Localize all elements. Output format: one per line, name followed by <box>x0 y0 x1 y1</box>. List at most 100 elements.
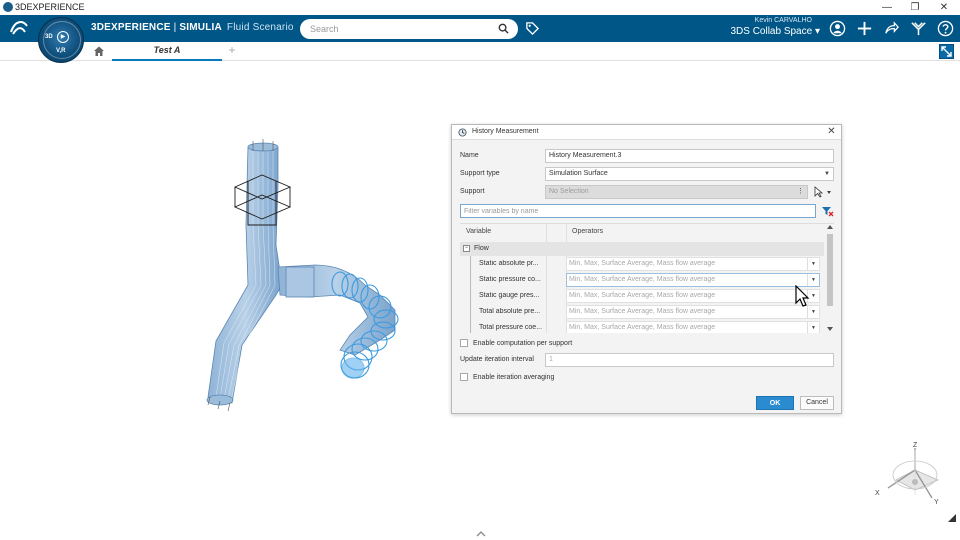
operators-value: Min, Max, Surface Average, Mass flow ave… <box>569 260 716 267</box>
cancel-button[interactable]: Cancel <box>800 396 834 410</box>
tab-test-a[interactable]: Test A <box>112 42 222 61</box>
table-row[interactable]: Total pressure coe... Min, Max, Surface … <box>460 320 824 333</box>
column-header-variable: Variable <box>466 228 492 235</box>
dialog-header[interactable]: History Measurement ✕ <box>452 125 841 140</box>
ok-button[interactable]: OK <box>756 396 794 410</box>
tree-line <box>470 304 471 320</box>
search-input[interactable] <box>310 22 490 36</box>
support-type-value: Simulation Surface <box>549 170 608 177</box>
update-interval-label: Update iteration interval <box>460 356 534 363</box>
cursor-select-icon <box>814 186 831 198</box>
operators-value: Min, Max, Surface Average, Mass flow ave… <box>569 308 716 315</box>
add-icon[interactable] <box>856 20 873 37</box>
chevron-down-icon[interactable]: ▼ <box>807 258 819 270</box>
table-scrollbar[interactable] <box>826 224 834 333</box>
table-row[interactable]: Static absolute pr... Min, Max, Surface … <box>460 256 824 272</box>
search-icon[interactable] <box>498 23 509 34</box>
support-type-label: Support type <box>460 170 500 177</box>
variable-name: Total absolute pre... <box>479 308 541 315</box>
triad-z-label: Z <box>913 442 918 449</box>
collapse-icon[interactable]: − <box>463 245 470 252</box>
app-brand: 3DEXPERIENCE | SIMULIA Fluid Scenario <box>91 22 294 33</box>
minimize-button[interactable]: — <box>874 0 900 15</box>
chevron-down-icon[interactable]: ▼ <box>807 322 819 333</box>
operators-select[interactable]: Min, Max, Surface Average, Mass flow ave… <box>566 257 820 271</box>
operators-value: Min, Max, Surface Average, Mass flow ave… <box>569 292 716 299</box>
update-interval-field[interactable]: 1 <box>545 353 834 367</box>
tag-icon[interactable] <box>525 21 540 36</box>
enable-per-support-checkbox[interactable] <box>460 339 468 347</box>
scroll-up-icon[interactable] <box>826 224 834 230</box>
enable-averaging-checkbox[interactable] <box>460 373 468 381</box>
expand-icon <box>941 46 952 57</box>
variable-name: Total pressure coe... <box>479 324 543 331</box>
play-icon[interactable]: ▶ <box>57 31 69 43</box>
table-row[interactable]: Static gauge pres... Min, Max, Surface A… <box>460 288 824 304</box>
brand-app: Fluid Scenario <box>226 22 294 33</box>
brand-secondary: SIMULIA <box>179 22 222 33</box>
variable-name: Static gauge pres... <box>479 292 540 299</box>
variables-table: Variable Operators − Flow Static absolut… <box>460 223 834 333</box>
history-measurement-dialog: History Measurement ✕ Name History Measu… <box>451 124 842 414</box>
top-bar: 3DEXPERIENCE | SIMULIA Fluid Scenario Ke… <box>0 15 960 42</box>
scroll-down-icon[interactable] <box>826 326 834 332</box>
operators-value: Min, Max, Surface Average, Mass flow ave… <box>569 324 716 331</box>
brand-primary: 3DEXPERIENCE <box>91 22 171 33</box>
chevron-down-icon: ▼ <box>824 171 830 177</box>
support-field[interactable]: No Selection ⋮ <box>545 185 808 199</box>
dialog-title: History Measurement <box>472 128 539 135</box>
operators-select[interactable]: Min, Max, Surface Average, Mass flow ave… <box>566 305 820 319</box>
triad-y-label: Y <box>934 499 939 506</box>
filter-variables-input[interactable] <box>460 204 816 218</box>
app-logo-icon <box>3 2 13 12</box>
name-label: Name <box>460 152 479 159</box>
orientation-triad[interactable]: Z X Y <box>870 440 950 510</box>
compass-vr-label: V,R <box>56 48 66 54</box>
support-value: No Selection <box>549 188 589 195</box>
fullscreen-button[interactable] <box>939 44 954 59</box>
scroll-thumb[interactable] <box>827 234 833 306</box>
os-title-bar: 3DEXPERIENCE — ❐ ✕ <box>0 0 960 15</box>
help-icon[interactable] <box>937 20 954 37</box>
mouse-cursor-icon <box>795 285 810 307</box>
compass-widget[interactable]: 3D ▶ V,R <box>38 17 84 63</box>
triad-x-label: X <box>875 490 880 497</box>
dialog-close-button[interactable]: ✕ <box>826 126 837 138</box>
table-row[interactable]: Static pressure co... Min, Max, Surface … <box>460 272 824 288</box>
selection-mode-button[interactable] <box>812 185 834 199</box>
tree-line <box>470 256 471 272</box>
table-row[interactable]: Total absolute pre... Min, Max, Surface … <box>460 304 824 320</box>
tree-line <box>470 320 471 333</box>
collab-space-selector[interactable]: 3DS Collab Space ▾ <box>730 26 820 37</box>
restore-button[interactable]: ❐ <box>902 0 928 15</box>
enable-averaging-label: Enable iteration averaging <box>473 374 555 381</box>
more-options-icon: ⋮ <box>797 188 804 195</box>
collab-space-label: 3DS Collab Space <box>730 26 813 37</box>
operators-select[interactable]: Min, Max, Surface Average, Mass flow ave… <box>566 273 820 287</box>
close-window-button[interactable]: ✕ <box>931 0 957 15</box>
tree-line <box>470 288 471 304</box>
pipe-model-3d[interactable] <box>190 135 420 415</box>
community-icon[interactable] <box>910 20 927 37</box>
search-bar[interactable] <box>300 19 518 39</box>
name-field[interactable]: History Measurement.3 <box>545 149 834 163</box>
window-title: 3DEXPERIENCE <box>15 2 85 12</box>
pipe-body <box>206 142 399 406</box>
support-label: Support <box>460 188 485 195</box>
home-icon[interactable] <box>93 45 105 57</box>
clear-filter-icon[interactable] <box>820 204 834 218</box>
expand-panel-icon[interactable] <box>475 530 487 538</box>
support-type-select[interactable]: Simulation Surface ▼ <box>545 167 834 181</box>
operators-select[interactable]: Min, Max, Surface Average, Mass flow ave… <box>566 321 820 333</box>
ds-logo-icon[interactable] <box>9 18 29 40</box>
operators-value: Min, Max, Surface Average, Mass flow ave… <box>569 276 716 283</box>
share-icon[interactable] <box>883 20 900 37</box>
user-avatar-icon[interactable] <box>829 20 846 37</box>
add-tab-button[interactable]: + <box>226 42 238 61</box>
group-row-flow[interactable]: − Flow <box>460 242 824 256</box>
resize-grip-icon[interactable] <box>946 512 958 524</box>
enable-per-support-label: Enable computation per support <box>473 340 573 347</box>
compass-3d-label: 3D <box>45 34 53 40</box>
operators-select[interactable]: Min, Max, Surface Average, Mass flow ave… <box>566 289 820 303</box>
group-name: Flow <box>474 245 489 252</box>
